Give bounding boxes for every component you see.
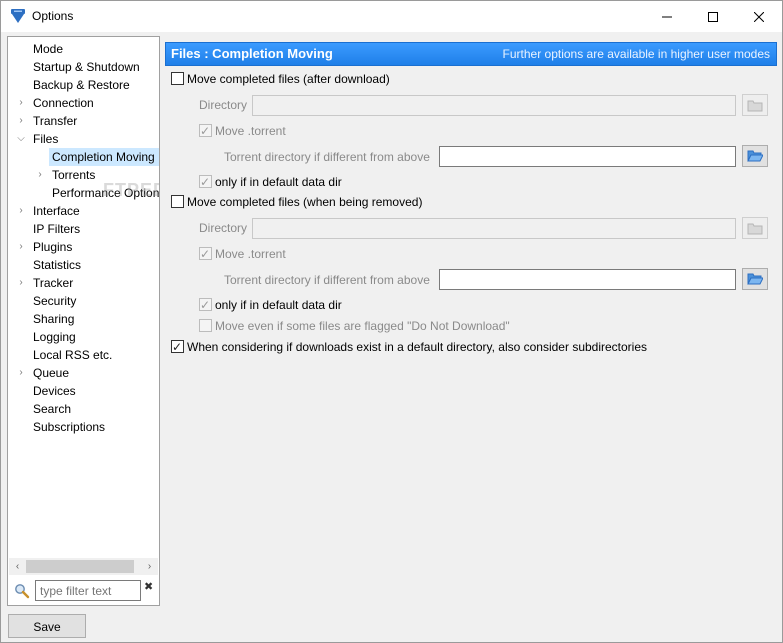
section-header: Files : Completion Moving Further option… bbox=[165, 42, 777, 66]
tree-item-connection[interactable]: Connection bbox=[33, 94, 94, 112]
tree-item-local-rss[interactable]: Local RSS etc. bbox=[33, 346, 112, 364]
folder-open-icon bbox=[747, 150, 763, 162]
tree-item-search[interactable]: Search bbox=[33, 400, 71, 418]
tree-item-mode[interactable]: Mode bbox=[33, 40, 63, 58]
save-button[interactable]: Save bbox=[8, 614, 86, 638]
browse-folder-button[interactable] bbox=[742, 94, 768, 116]
checkbox-icon[interactable] bbox=[171, 339, 184, 355]
title-bar: Options bbox=[1, 1, 782, 32]
tree-item-files[interactable]: Files bbox=[33, 130, 58, 148]
expand-arrow-icon[interactable]: › bbox=[35, 166, 45, 184]
tree-item-tracker[interactable]: Tracker bbox=[33, 274, 73, 292]
maximize-button[interactable] bbox=[690, 1, 736, 32]
filter-input[interactable] bbox=[35, 580, 141, 601]
directory-field[interactable] bbox=[252, 95, 736, 116]
browse-folder-button[interactable] bbox=[742, 145, 768, 167]
expand-arrow-icon[interactable]: › bbox=[16, 364, 26, 382]
only-default-dir-checkbox-2[interactable]: only if in default data dir bbox=[199, 297, 342, 315]
checkbox-icon[interactable] bbox=[199, 319, 212, 333]
expand-arrow-icon[interactable]: › bbox=[16, 202, 26, 220]
tree-item-sharing[interactable]: Sharing bbox=[33, 310, 74, 328]
checkbox-icon[interactable] bbox=[199, 123, 212, 139]
tree-item-startup-shutdown[interactable]: Startup & Shutdown bbox=[33, 58, 140, 76]
section-title: Files : Completion Moving bbox=[171, 46, 333, 61]
collapse-arrow-icon[interactable]: ⌵ bbox=[16, 130, 26, 148]
move-torrent-checkbox-2[interactable]: Move .torrent bbox=[199, 246, 286, 264]
tree-item-completion-moving[interactable]: Completion Moving bbox=[49, 148, 159, 166]
expand-arrow-icon[interactable]: › bbox=[16, 238, 26, 256]
scroll-left-icon[interactable]: ‹ bbox=[9, 558, 26, 575]
move-after-download-checkbox[interactable]: Move completed files (after download) bbox=[171, 71, 390, 89]
tree-item-logging[interactable]: Logging bbox=[33, 328, 76, 346]
tree-item-subscriptions[interactable]: Subscriptions bbox=[33, 418, 105, 436]
torrent-directory-field[interactable] bbox=[439, 146, 736, 167]
folder-open-icon bbox=[747, 273, 763, 285]
consider-subdirectories-checkbox[interactable]: When considering if downloads exist in a… bbox=[171, 339, 647, 357]
expand-arrow-icon[interactable]: › bbox=[16, 112, 26, 130]
directory-label: Directory bbox=[199, 98, 248, 112]
app-logo-icon bbox=[10, 8, 26, 24]
horizontal-scrollbar[interactable]: ‹ › bbox=[9, 558, 158, 575]
window-title: Options bbox=[32, 9, 74, 23]
tree-item-performance-options[interactable]: Performance Option bbox=[52, 184, 159, 202]
torrent-directory-label: Torrent directory if different from abov… bbox=[224, 150, 430, 164]
options-tree[interactable]: Mode Startup & Shutdown Backup & Restore… bbox=[7, 36, 160, 606]
tree-item-devices[interactable]: Devices bbox=[33, 382, 76, 400]
close-button[interactable] bbox=[736, 1, 782, 32]
directory-field[interactable] bbox=[252, 218, 736, 239]
options-window: Options Mode Startup & Shutdown Backup &… bbox=[0, 0, 783, 643]
checkbox-icon[interactable] bbox=[171, 195, 184, 209]
minimize-button[interactable] bbox=[644, 1, 690, 32]
directory-label: Directory bbox=[199, 221, 248, 235]
browse-folder-button[interactable] bbox=[742, 268, 768, 290]
checkbox-icon[interactable] bbox=[199, 297, 212, 313]
torrent-directory-field[interactable] bbox=[439, 269, 736, 290]
tree-item-queue[interactable]: Queue bbox=[33, 364, 69, 382]
folder-icon bbox=[747, 100, 763, 112]
move-torrent-checkbox-1[interactable]: Move .torrent bbox=[199, 123, 286, 141]
tree-item-plugins[interactable]: Plugins bbox=[33, 238, 72, 256]
scroll-right-icon[interactable]: › bbox=[141, 558, 158, 575]
folder-icon bbox=[747, 223, 763, 235]
tree-item-backup-restore[interactable]: Backup & Restore bbox=[33, 76, 130, 94]
expand-arrow-icon[interactable]: › bbox=[16, 274, 26, 292]
user-mode-note[interactable]: Further options are available in higher … bbox=[503, 47, 770, 61]
clear-filter-icon[interactable]: ✖ bbox=[144, 580, 153, 593]
tree-item-interface[interactable]: Interface bbox=[33, 202, 80, 220]
tree-item-statistics[interactable]: Statistics bbox=[33, 256, 81, 274]
browse-folder-button[interactable] bbox=[742, 217, 768, 239]
checkbox-icon[interactable] bbox=[199, 174, 212, 190]
tree-item-ip-filters[interactable]: IP Filters bbox=[33, 220, 80, 238]
only-default-dir-checkbox-1[interactable]: only if in default data dir bbox=[199, 174, 342, 192]
move-even-flagged-checkbox[interactable]: Move even if some files are flagged "Do … bbox=[199, 318, 510, 336]
tree-item-torrents[interactable]: Torrents bbox=[52, 166, 95, 184]
tree-item-security[interactable]: Security bbox=[33, 292, 76, 310]
checkbox-icon[interactable] bbox=[199, 246, 212, 262]
torrent-directory-label: Torrent directory if different from abov… bbox=[224, 273, 430, 287]
search-icon bbox=[14, 583, 30, 599]
checkbox-icon[interactable] bbox=[171, 72, 184, 86]
expand-arrow-icon[interactable]: › bbox=[16, 94, 26, 112]
scrollbar-thumb[interactable] bbox=[26, 560, 134, 573]
tree-item-transfer[interactable]: Transfer bbox=[33, 112, 77, 130]
move-when-removed-checkbox[interactable]: Move completed files (when being removed… bbox=[171, 194, 422, 212]
